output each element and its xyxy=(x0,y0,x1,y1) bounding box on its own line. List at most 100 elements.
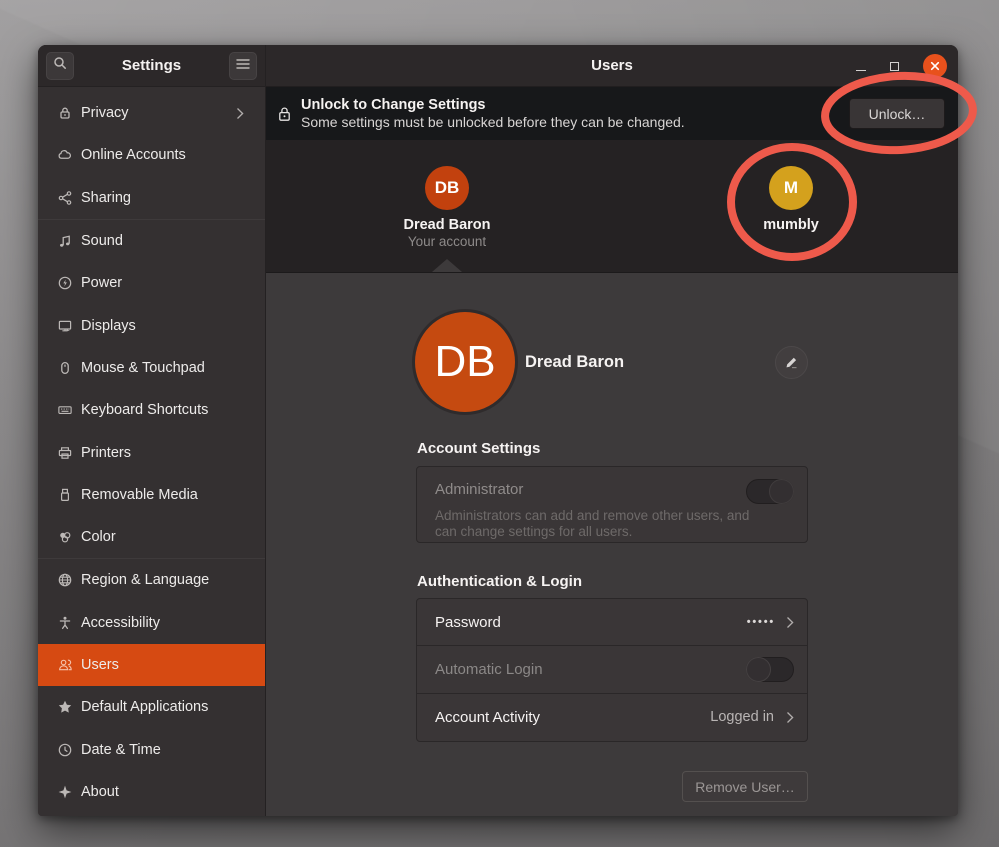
row-label: Automatic Login xyxy=(435,661,746,678)
note-icon xyxy=(57,233,73,249)
sidebar-item-label: Date & Time xyxy=(81,742,255,758)
sidebar-item-label: Users xyxy=(81,657,255,673)
color-icon xyxy=(57,529,73,545)
minimize-button[interactable] xyxy=(856,70,866,71)
clock-icon xyxy=(57,742,73,758)
sidebar-item-label: Mouse & Touchpad xyxy=(81,360,255,376)
chevron-right-icon xyxy=(786,711,794,724)
sidebar-item-region-language[interactable]: Region & Language xyxy=(38,559,265,601)
sidebar-item-removable-media[interactable]: Removable Media xyxy=(38,474,265,516)
sidebar-item-mouse-touchpad[interactable]: Mouse & Touchpad xyxy=(38,347,265,389)
user-panel: DB Dread Baron Account Settings Administ… xyxy=(266,273,958,816)
sidebar-item-privacy[interactable]: Privacy xyxy=(38,92,265,134)
administrator-description: Administrators can add and remove other … xyxy=(435,508,765,541)
hamburger-icon xyxy=(236,57,250,75)
user-chooser-dread-baron[interactable]: DB Dread Baron Your account xyxy=(377,166,517,249)
automatic-login-row[interactable]: Automatic Login xyxy=(417,646,807,693)
sidebar-item-date-time[interactable]: Date & Time xyxy=(38,728,265,770)
sidebar-item-label: Color xyxy=(81,529,255,545)
row-value: Logged in xyxy=(710,709,774,725)
sidebar-item-printers[interactable]: Printers xyxy=(38,431,265,473)
user-switcher: DB Dread Baron Your account M mumbly xyxy=(266,140,958,273)
sidebar-item-label: Sound xyxy=(81,233,255,249)
user-name: Dread Baron xyxy=(377,217,517,233)
keyboard-icon xyxy=(57,402,73,418)
profile-name: Dread Baron xyxy=(525,353,775,372)
page-title: Users xyxy=(266,57,958,74)
sidebar-item-color[interactable]: Color xyxy=(38,516,265,558)
sidebar-item-displays[interactable]: Displays xyxy=(38,304,265,346)
row-label: Account Activity xyxy=(435,709,710,726)
content-area: Users Unlock to Change Settings Some set… xyxy=(266,45,958,816)
unlock-banner: Unlock to Change Settings Some settings … xyxy=(266,87,958,140)
search-button[interactable] xyxy=(46,52,74,80)
auth-heading: Authentication & Login xyxy=(417,573,582,590)
user-subtitle: Your account xyxy=(377,234,517,249)
printer-icon xyxy=(57,445,73,461)
administrator-label: Administrator xyxy=(435,481,523,498)
close-button[interactable] xyxy=(923,54,947,78)
sidebar-item-label: Online Accounts xyxy=(81,147,255,163)
administrator-card: Administrator Administrators can add and… xyxy=(416,466,808,543)
sidebar-header: Settings xyxy=(38,45,265,87)
administrator-toggle[interactable] xyxy=(746,479,794,504)
share-icon xyxy=(57,190,73,206)
sidebar-item-online-accounts[interactable]: Online Accounts xyxy=(38,134,265,176)
avatar: M xyxy=(769,166,813,210)
search-icon xyxy=(52,55,68,76)
sidebar-item-label: Printers xyxy=(81,445,255,461)
row-label: Password xyxy=(435,614,747,631)
avatar: DB xyxy=(425,166,469,210)
lock-icon xyxy=(277,105,292,123)
user-chooser-mumbly[interactable]: M mumbly xyxy=(721,166,861,233)
chevron-right-icon xyxy=(786,616,794,629)
chevron-right-icon xyxy=(236,107,244,120)
lock-icon xyxy=(57,105,73,121)
sidebar-item-label: Removable Media xyxy=(81,487,255,503)
sidebar-list: PrivacyOnline AccountsSharingSoundPowerD… xyxy=(38,87,265,813)
pencil-icon xyxy=(784,355,799,370)
unlock-button[interactable]: Unlock… xyxy=(849,98,945,129)
maximize-button[interactable] xyxy=(890,62,899,71)
star-icon xyxy=(57,699,73,715)
account-activity-row[interactable]: Account ActivityLogged in xyxy=(417,694,807,741)
sidebar-item-label: Accessibility xyxy=(81,615,255,631)
sparkle-icon xyxy=(57,784,73,800)
access-icon xyxy=(57,615,73,631)
menu-button[interactable] xyxy=(229,52,257,80)
automatic-login-toggle[interactable] xyxy=(746,657,794,682)
sidebar-item-label: Sharing xyxy=(81,190,255,206)
sidebar-item-sound[interactable]: Sound xyxy=(38,220,265,262)
globe-icon xyxy=(57,572,73,588)
user-name: mumbly xyxy=(721,217,861,233)
sidebar-item-accessibility[interactable]: Accessibility xyxy=(38,602,265,644)
selected-user-pointer xyxy=(432,259,462,272)
sidebar-item-users[interactable]: Users xyxy=(38,644,265,686)
sidebar-item-label: Privacy xyxy=(81,105,236,121)
sidebar-item-sharing[interactable]: Sharing xyxy=(38,177,265,219)
display-icon xyxy=(57,318,73,334)
users-icon xyxy=(57,657,73,673)
edit-name-button[interactable] xyxy=(775,346,808,379)
sidebar-item-keyboard-shortcuts[interactable]: Keyboard Shortcuts xyxy=(38,389,265,431)
desktop-background: Settings Privacy Online Accounts Sharing So… xyxy=(0,0,999,847)
sidebar: Settings Privacy Online Accounts Sharing So… xyxy=(38,45,266,816)
auth-card: Password••••• Automatic Login Account Acti… xyxy=(416,598,808,742)
profile-avatar[interactable]: DB xyxy=(415,312,515,412)
power-icon xyxy=(57,275,73,291)
media-icon xyxy=(57,487,73,503)
sidebar-item-about[interactable]: About xyxy=(38,771,265,813)
unlock-banner-title: Unlock to Change Settings xyxy=(301,97,849,113)
app-title: Settings xyxy=(122,57,181,74)
settings-window: Settings Privacy Online Accounts Sharing So… xyxy=(38,45,958,816)
window-controls xyxy=(856,45,947,87)
sidebar-item-default-applications[interactable]: Default Applications xyxy=(38,686,265,728)
mouse-icon xyxy=(57,360,73,376)
password-dots: ••••• xyxy=(747,616,775,628)
headerbar: Users xyxy=(266,45,958,87)
close-icon xyxy=(929,60,941,72)
password-row[interactable]: Password••••• xyxy=(417,599,807,646)
remove-user-button[interactable]: Remove User… xyxy=(682,771,808,802)
sidebar-item-power[interactable]: Power xyxy=(38,262,265,304)
sidebar-item-label: Default Applications xyxy=(81,699,255,715)
